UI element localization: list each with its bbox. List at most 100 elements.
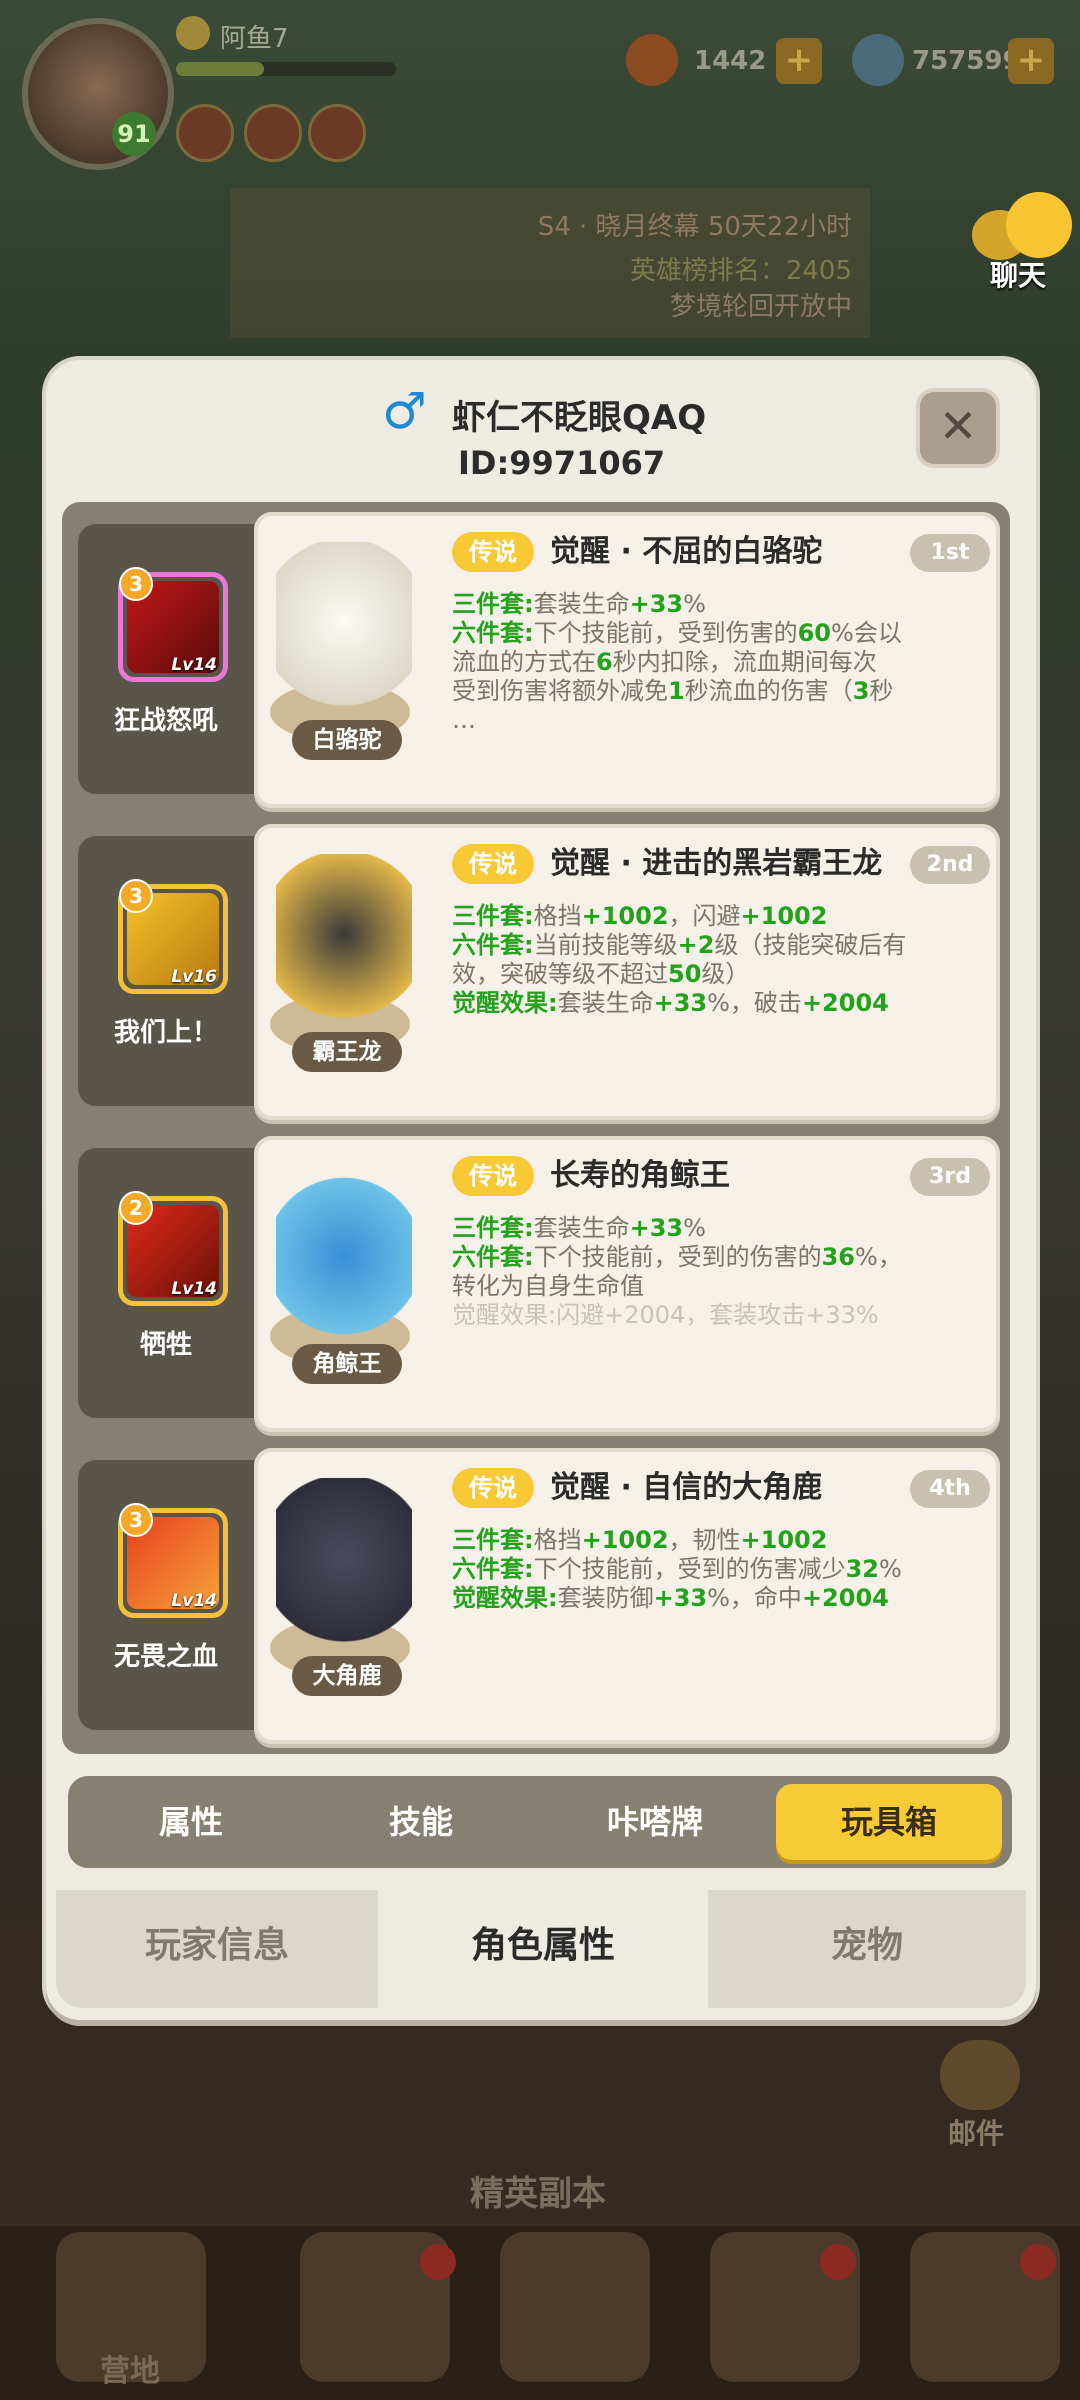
description-segment: 当前技能等级 [533, 931, 678, 959]
description-segment: 秒流血的伤害（ [684, 677, 853, 705]
description-segment: %，破击 [707, 989, 802, 1017]
player-profile-modal: ♂ 虾仁不眨眼QAQ ID:9971067 ✕ 3 Lv14 狂战怒吼 白骆驼 … [46, 360, 1036, 2020]
toy-card[interactable]: 大角鹿 传说 觉醒 · 自信的大角鹿 4th 三件套:格挡+1002，韧性+10… [254, 1448, 1000, 1744]
chat-button[interactable]: 聊天 [972, 190, 1072, 292]
toy-name: 觉醒 · 不屈的白骆驼 [550, 534, 823, 569]
tab-skills[interactable]: 技能 [308, 1784, 534, 1860]
rarity-badge: 传说 [452, 844, 534, 884]
notification-dot [820, 2244, 856, 2280]
skill-level: Lv14 [171, 1279, 217, 1299]
skill-icon[interactable]: 3 Lv14 [118, 567, 228, 682]
description-segment: +2004 [801, 989, 889, 1017]
camp-label: 营地 [100, 2354, 160, 2389]
description-segment: ，韧性 [668, 1526, 741, 1554]
pet-figure-icon [276, 1478, 412, 1678]
toybox-row: 2 Lv14 牺牲 角鲸王 传说 长寿的角鲸王 3rd 三件套:套装生命+33%… [62, 1126, 1010, 1432]
coin-icon [852, 34, 904, 86]
toy-description: 三件套:格挡+1002，闪避+1002 六件套:当前技能等级+2级（技能突破后有效… [452, 902, 982, 1018]
toy-description: 三件套:套装生命+33% 六件套:下个技能前，受到的伤害的36%， 转化为自身生命值… [452, 1214, 982, 1330]
description-segment: %，命中 [707, 1584, 802, 1612]
toybox-row: 3 Lv14 无畏之血 大角鹿 传说 觉醒 · 自信的大角鹿 4th 三件套:格… [62, 1438, 1010, 1744]
add-currency-2-button[interactable]: + [1008, 38, 1054, 84]
description-segment: 级） [701, 960, 750, 988]
description-line: … [452, 706, 982, 735]
tab-toybox[interactable]: 玩具箱 [776, 1784, 1002, 1860]
description-line: 觉醒效果:套装防御+33%，命中+2004 [452, 1584, 982, 1613]
player-name: 阿鱼7 [220, 24, 289, 54]
toy-description: 三件套:格挡+1002，韧性+1002 六件套:下个技能前，受到的伤害减少32% 觉… [452, 1526, 982, 1613]
description-segment: 3 [852, 677, 870, 705]
description-segment: 套装生命 [533, 590, 630, 618]
description-line: 三件套:套装生命+33% [452, 1214, 982, 1243]
description-segment: 效，突破等级不超过 [452, 960, 668, 988]
toybox-row: 3 Lv16 我们上！ 霸王龙 传说 觉醒 · 进击的黑岩霸王龙 2nd 三件套… [62, 814, 1010, 1120]
skill-icon[interactable]: 3 Lv16 [118, 879, 228, 994]
pet-figure-icon [276, 542, 412, 742]
elite-dungeon-label[interactable]: 精英副本 [470, 2166, 606, 2215]
chat-label: 聊天 [990, 259, 1047, 292]
notification-dot [1020, 2244, 1056, 2280]
mail-icon [940, 2040, 1020, 2110]
skill-icon[interactable]: 3 Lv14 [118, 1503, 228, 1618]
pet-figure-icon [276, 854, 412, 1054]
mail-button[interactable]: 邮件 [920, 2040, 1040, 2160]
tab-pets[interactable]: 宠物 [708, 1890, 1026, 2008]
pet-name: 白骆驼 [292, 720, 402, 760]
description-segment: +1002 [740, 1526, 828, 1554]
description-segment: 6 [596, 648, 613, 676]
toy-card[interactable]: 霸王龙 传说 觉醒 · 进击的黑岩霸王龙 2nd 三件套:格挡+1002，闪避+… [254, 824, 1000, 1120]
medal-icon[interactable] [244, 104, 302, 162]
chat-face-icon [1006, 192, 1072, 258]
description-line: 转化为自身生命值 [452, 1272, 982, 1301]
skill-level: Lv14 [171, 1591, 217, 1611]
skill-star-count: 3 [119, 1503, 153, 1537]
description-line: 流血的方式在6秒内扣除，流血期间每次 [452, 648, 982, 677]
description-segment: +2 [677, 931, 715, 959]
description-line: 六件套:当前技能等级+2级（技能突破后有 [452, 931, 982, 960]
season-text: S4 · 晓月终幕 50天22小时 [537, 212, 852, 242]
skill-star-count: 3 [119, 567, 153, 601]
toy-name: 觉醒 · 自信的大角鹿 [550, 1470, 823, 1505]
skill-name: 我们上！ [113, 1018, 218, 1048]
description-line: 三件套:格挡+1002，韧性+1002 [452, 1526, 982, 1555]
description-segment: 1 [668, 677, 685, 705]
skill-star-count: 3 [119, 879, 153, 913]
medal-icon[interactable] [176, 104, 234, 162]
toy-card[interactable]: 白骆驼 传说 觉醒 · 不屈的白骆驼 1st 三件套:套装生命+33% 六件套:下… [254, 512, 1000, 808]
description-segment: 三件套: [452, 902, 534, 930]
pet-figure-icon [276, 1166, 412, 1366]
description-segment: 下个技能前，受到的伤害的 [533, 1243, 822, 1271]
notification-dot [420, 2244, 456, 2280]
add-currency-1-button[interactable]: + [776, 38, 822, 84]
mail-label: 邮件 [948, 2117, 1005, 2150]
tab-player-info[interactable]: 玩家信息 [56, 1890, 378, 2008]
description-segment: 受到伤害将额外减免 [452, 677, 668, 705]
description-segment: 觉醒效果: [452, 989, 558, 1017]
top-hud: 91 阿鱼7 1442 + 757599 + [0, 0, 1080, 170]
description-line: 效，突破等级不超过50级） [452, 960, 982, 989]
rank-badge: 4th [910, 1470, 990, 1508]
skill-panel: 3 Lv14 无畏之血 [78, 1460, 254, 1730]
close-button[interactable]: ✕ [916, 388, 1000, 468]
tab-character-attributes[interactable]: 角色属性 [382, 1890, 704, 2008]
tab-attributes[interactable]: 属性 [78, 1784, 304, 1860]
toy-name: 长寿的角鲸王 [550, 1158, 730, 1193]
description-line: 六件套:下个技能前，受到的伤害减少32% [452, 1555, 982, 1584]
nav-icon[interactable] [500, 2232, 650, 2382]
tab-cards[interactable]: 咔嗒牌 [542, 1784, 768, 1860]
skill-icon[interactable]: 2 Lv14 [118, 1191, 228, 1306]
description-segment: 三件套: [452, 1526, 534, 1554]
currency-1-amount: 1442 [694, 46, 767, 76]
smiley-icon [176, 16, 210, 50]
description-segment: 下个技能前，受到伤害的 [533, 619, 798, 647]
description-segment: ，闪避 [668, 902, 741, 930]
rank-badge: 2nd [910, 846, 990, 884]
description-segment: 秒内扣除，流血期间每次 [612, 648, 877, 676]
toybox-row: 3 Lv14 狂战怒吼 白骆驼 传说 觉醒 · 不屈的白骆驼 1st 三件套:套… [62, 502, 1010, 808]
description-line: 六件套:下个技能前，受到的伤害的36%， [452, 1243, 982, 1272]
description-segment: 觉醒效果: [452, 1584, 558, 1612]
player-level-badge: 91 [112, 112, 156, 156]
medal-icon[interactable] [308, 104, 366, 162]
rarity-badge: 传说 [452, 1156, 534, 1196]
toy-card[interactable]: 角鲸王 传说 长寿的角鲸王 3rd 三件套:套装生命+33% 六件套:下个技能前，… [254, 1136, 1000, 1432]
